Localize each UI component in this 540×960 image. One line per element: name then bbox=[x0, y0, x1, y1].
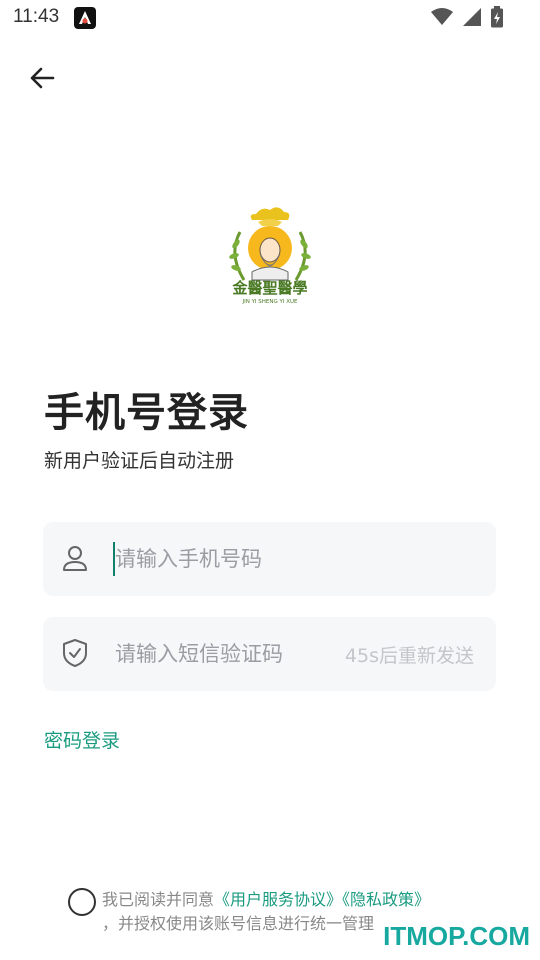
svg-text:JIN YI SHENG YI XUE: JIN YI SHENG YI XUE bbox=[241, 299, 298, 305]
phone-input[interactable] bbox=[113, 538, 357, 580]
arrow-left-icon bbox=[30, 67, 55, 89]
agreement-suffix: ，并授权使用该账号信息进行统一管理 bbox=[102, 914, 375, 933]
phone-field[interactable] bbox=[43, 522, 496, 596]
brand-logo: 金醫聖醫學 JIN YI SHENG YI XUE bbox=[222, 202, 318, 306]
agreement-checkbox[interactable] bbox=[68, 888, 96, 916]
svg-text:金醫聖醫學: 金醫聖醫學 bbox=[231, 279, 307, 297]
back-button[interactable] bbox=[26, 62, 58, 94]
user-agreement-link[interactable]: 《用户服务协议》 bbox=[214, 890, 342, 909]
app-notification-icon bbox=[74, 7, 96, 29]
sms-code-input[interactable] bbox=[113, 633, 357, 675]
page-subtitle: 新用户验证后自动注册 bbox=[44, 450, 235, 472]
resend-code-button[interactable]: 45s后重新发送 bbox=[345, 641, 474, 668]
sms-code-field[interactable]: 45s后重新发送 bbox=[43, 617, 496, 691]
password-login-link[interactable]: 密码登录 bbox=[44, 726, 120, 753]
wifi-icon bbox=[430, 7, 454, 31]
page-title: 手机号登录 bbox=[44, 390, 249, 436]
signal-icon bbox=[462, 7, 482, 31]
status-time: 11:43 bbox=[13, 6, 60, 27]
user-icon bbox=[59, 542, 91, 574]
watermark: ITMOP.COM bbox=[383, 921, 530, 951]
status-bar: 11:43 bbox=[0, 0, 540, 36]
status-icons bbox=[430, 6, 504, 32]
agreement-prefix: 我已阅读并同意 bbox=[102, 890, 215, 909]
privacy-policy-link[interactable]: 《隐私政策》 bbox=[342, 890, 430, 909]
battery-icon bbox=[490, 6, 504, 32]
shield-check-icon bbox=[59, 637, 91, 669]
